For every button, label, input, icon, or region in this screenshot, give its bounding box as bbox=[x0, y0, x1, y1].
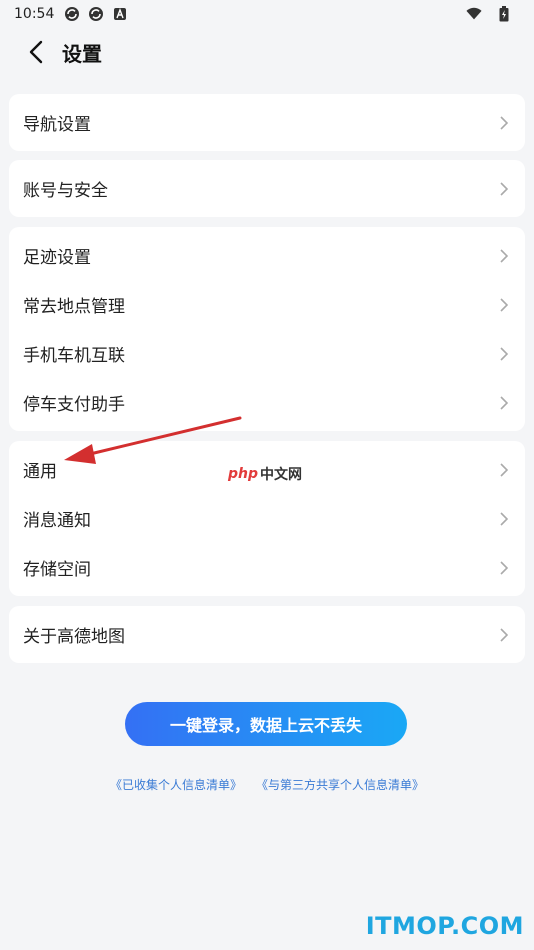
settings-group-travel: 足迹设置 常去地点管理 手机车机互联 停车支付助手 bbox=[9, 227, 525, 431]
header: 设置 bbox=[0, 28, 534, 76]
settings-item-label: 消息通知 bbox=[23, 511, 91, 531]
status-time: 10:54 bbox=[14, 6, 55, 22]
settings-item-label: 足迹设置 bbox=[23, 248, 91, 268]
chevron-right-icon bbox=[497, 462, 511, 477]
settings-item-label: 常去地点管理 bbox=[23, 297, 125, 317]
settings-item-label: 存储空间 bbox=[23, 560, 91, 580]
policy-links: 《已收集个人信息清单》 《与第三方共享个人信息清单》 bbox=[0, 776, 534, 793]
chevron-right-icon bbox=[497, 511, 511, 526]
settings-item-notifications[interactable]: 消息通知 bbox=[9, 494, 525, 543]
collected-info-list-link[interactable]: 《已收集个人信息清单》 bbox=[110, 776, 242, 793]
app-notification-icon bbox=[112, 6, 128, 22]
chevron-right-icon bbox=[497, 346, 511, 361]
battery-icon bbox=[496, 6, 512, 22]
status-bar: 10:54 bbox=[0, 0, 534, 28]
chevron-right-icon bbox=[497, 627, 511, 642]
sync-icon bbox=[88, 6, 104, 22]
php-watermark-logo: php bbox=[228, 466, 259, 482]
settings-item-account-security[interactable]: 账号与安全 bbox=[9, 160, 525, 217]
chevron-right-icon bbox=[497, 115, 511, 130]
itmop-watermark: ITMOP.COM bbox=[365, 912, 524, 940]
one-click-login-button[interactable]: 一键登录，数据上云不丢失 bbox=[125, 702, 407, 746]
settings-item-frequent-places[interactable]: 常去地点管理 bbox=[9, 280, 525, 329]
chevron-right-icon bbox=[497, 395, 511, 410]
php-watermark: php 中文网 bbox=[228, 464, 302, 484]
settings-item-label: 账号与安全 bbox=[23, 181, 108, 201]
page-title: 设置 bbox=[62, 41, 102, 66]
settings-item-label: 手机车机互联 bbox=[23, 346, 125, 366]
settings-group-navigation: 导航设置 bbox=[9, 94, 525, 151]
settings-item-storage[interactable]: 存储空间 bbox=[9, 543, 525, 592]
chevron-right-icon bbox=[497, 248, 511, 263]
settings-item-label: 关于高德地图 bbox=[23, 627, 125, 647]
settings-item-phone-car-link[interactable]: 手机车机互联 bbox=[9, 329, 525, 378]
back-button[interactable] bbox=[16, 32, 56, 72]
third-party-share-list-link[interactable]: 《与第三方共享个人信息清单》 bbox=[256, 776, 424, 793]
chevron-right-icon bbox=[497, 181, 511, 196]
settings-item-label: 停车支付助手 bbox=[23, 395, 125, 415]
wifi-icon bbox=[466, 6, 482, 22]
settings-item-navigation[interactable]: 导航设置 bbox=[9, 94, 525, 151]
settings-group-account: 账号与安全 bbox=[9, 160, 525, 217]
settings-item-label: 导航设置 bbox=[23, 115, 91, 135]
settings-item-parking-payment[interactable]: 停车支付助手 bbox=[9, 378, 525, 427]
settings-item-about[interactable]: 关于高德地图 bbox=[9, 606, 525, 663]
php-watermark-text: 中文网 bbox=[260, 467, 303, 483]
chevron-right-icon bbox=[497, 560, 511, 575]
settings-item-label: 通用 bbox=[23, 462, 57, 482]
settings-item-footprint[interactable]: 足迹设置 bbox=[9, 231, 525, 280]
chevron-right-icon bbox=[497, 297, 511, 312]
settings-group-about: 关于高德地图 bbox=[9, 606, 525, 663]
back-arrow-icon bbox=[29, 40, 43, 64]
sync-icon bbox=[64, 6, 80, 22]
